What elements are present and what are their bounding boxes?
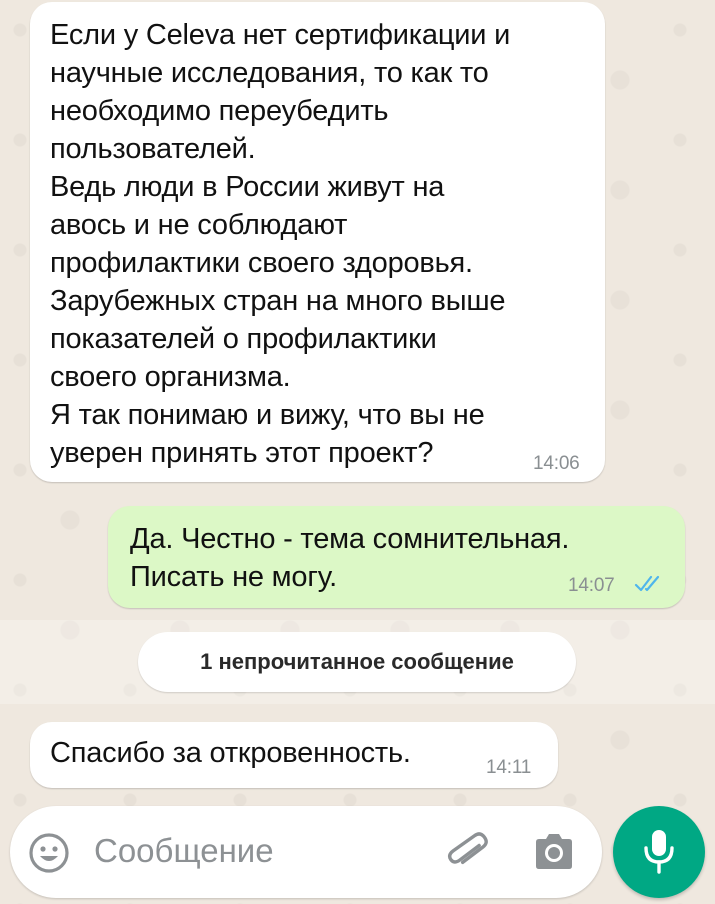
- message-time: 14:07: [568, 575, 615, 596]
- voice-message-button[interactable]: [613, 806, 705, 898]
- message-bubble-outgoing[interactable]: Да. Честно - тема сомнительная. Писать н…: [108, 506, 685, 608]
- paperclip-icon[interactable]: [444, 830, 492, 876]
- read-double-check-icon: [634, 575, 660, 592]
- message-bubble-incoming[interactable]: Спасибо за откровенность. 14:11: [30, 722, 558, 788]
- message-text: Если у Celeva нет сертификации и научные…: [50, 19, 511, 469]
- unread-messages-divider: 1 непрочитанное сообщение: [138, 632, 576, 692]
- emoji-icon[interactable]: [28, 832, 70, 874]
- unread-divider-label: 1 непрочитанное сообщение: [200, 649, 514, 674]
- microphone-icon: [644, 830, 674, 874]
- message-time: 14:06: [533, 453, 580, 474]
- message-text: Спасибо за откровенность.: [50, 737, 411, 769]
- message-input[interactable]: [94, 832, 424, 870]
- message-bubble-incoming[interactable]: Если у Celeva нет сертификации и научные…: [30, 2, 605, 482]
- camera-icon[interactable]: [532, 832, 576, 872]
- message-composer: [10, 806, 602, 898]
- message-time: 14:11: [486, 757, 532, 778]
